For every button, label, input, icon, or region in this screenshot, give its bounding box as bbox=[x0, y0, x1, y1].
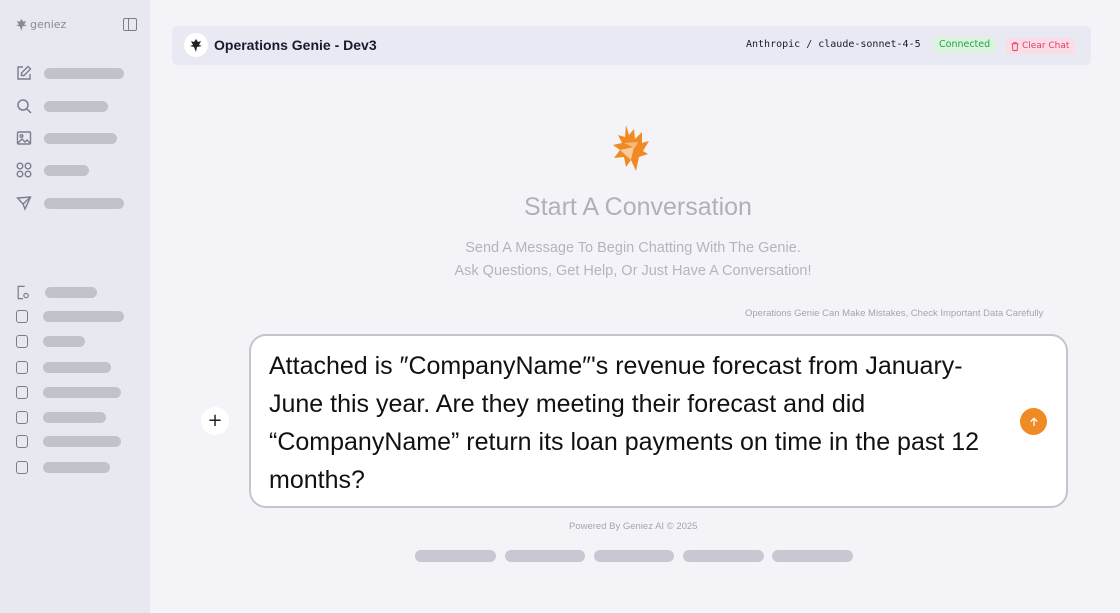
suggestion-chip-placeholder[interactable] bbox=[505, 550, 585, 562]
suggestion-chip-placeholder[interactable] bbox=[415, 550, 496, 562]
checkbox-icon bbox=[16, 309, 28, 323]
sidebar-item-documents[interactable] bbox=[16, 285, 97, 299]
clear-chat-label: Clear Chat bbox=[1022, 41, 1070, 51]
sidebar-item-placeholder bbox=[43, 435, 121, 447]
model-label: Anthropic / claude-sonnet-4-5 bbox=[746, 39, 921, 50]
sidebar-item-placeholder bbox=[44, 100, 108, 112]
checkbox-icon bbox=[16, 410, 28, 424]
apps-icon bbox=[16, 162, 32, 178]
sidebar-item-history[interactable] bbox=[16, 434, 121, 448]
sidebar-item-history[interactable] bbox=[16, 410, 106, 424]
document-settings-icon bbox=[17, 285, 29, 299]
message-text[interactable]: Attached is ″CompanyName″'s revenue fore… bbox=[269, 347, 1009, 499]
empty-state-title: Start A Conversation bbox=[0, 193, 1120, 222]
clear-chat-button[interactable]: Clear Chat bbox=[1006, 38, 1076, 54]
sidebar-item-placeholder bbox=[43, 386, 121, 398]
disclaimer-text: Operations Genie Can Make Mistakes, Chec… bbox=[745, 308, 1044, 319]
arrow-up-icon bbox=[1029, 416, 1038, 426]
sidebar-item-apps[interactable] bbox=[16, 162, 89, 178]
checkbox-icon bbox=[16, 460, 28, 474]
empty-state-subtitle: Send A Message To Begin Chatting With Th… bbox=[150, 237, 1116, 283]
sidebar-item-history[interactable] bbox=[16, 334, 85, 348]
brand-logo[interactable]: geniez bbox=[16, 18, 66, 31]
genie-hero-icon bbox=[613, 125, 649, 171]
sidebar-item-placeholder bbox=[44, 132, 117, 144]
sidebar-item-placeholder bbox=[43, 411, 106, 423]
genie-logo-icon bbox=[190, 38, 202, 52]
sidebar-item-placeholder bbox=[43, 461, 110, 473]
send-button[interactable] bbox=[1020, 408, 1047, 435]
suggestion-chip-placeholder[interactable] bbox=[594, 550, 674, 562]
sidebar-item-placeholder bbox=[43, 361, 111, 373]
sidebar: geniez bbox=[0, 0, 150, 613]
checkbox-icon bbox=[16, 334, 28, 348]
status-badge: Connected bbox=[933, 37, 997, 53]
image-icon bbox=[16, 131, 32, 145]
geniez-logo-icon bbox=[16, 18, 27, 31]
sidebar-item-history[interactable] bbox=[16, 460, 110, 474]
sidebar-item-history[interactable] bbox=[16, 360, 111, 374]
sidebar-item-placeholder bbox=[43, 310, 124, 322]
suggestion-chip-placeholder[interactable] bbox=[683, 550, 764, 562]
empty-state-subtitle-line: Send A Message To Begin Chatting With Th… bbox=[465, 240, 801, 256]
search-icon bbox=[17, 99, 32, 114]
sidebar-item-history[interactable] bbox=[16, 385, 121, 399]
empty-state-title-text: Start A Conversation bbox=[524, 193, 752, 221]
sidebar-item-placeholder bbox=[44, 67, 124, 79]
edit-icon bbox=[17, 65, 32, 80]
sidebar-item-search[interactable] bbox=[16, 98, 108, 114]
sidebar-item-images[interactable] bbox=[16, 130, 117, 146]
sidebar-item-placeholder bbox=[44, 164, 89, 176]
empty-state-subtitle-line: Ask Questions, Get Help, Or Just Have A … bbox=[454, 263, 812, 279]
suggestion-chip-placeholder[interactable] bbox=[772, 550, 853, 562]
sidebar-toggle-icon[interactable] bbox=[123, 18, 137, 31]
genie-avatar bbox=[184, 33, 208, 57]
add-attachment-button[interactable]: + bbox=[201, 407, 229, 435]
sidebar-item-placeholder bbox=[43, 335, 85, 347]
brand-name: geniez bbox=[30, 18, 67, 31]
message-input[interactable]: Attached is ″CompanyName″'s revenue fore… bbox=[249, 334, 1068, 508]
trash-icon bbox=[1011, 41, 1019, 51]
footer-powered-by: Powered By Geniez AI © 2025 bbox=[569, 521, 698, 532]
checkbox-icon bbox=[16, 360, 28, 374]
checkbox-icon bbox=[16, 434, 28, 448]
sidebar-item-new-chat[interactable] bbox=[16, 65, 124, 81]
chat-title: Operations Genie - Dev3 bbox=[214, 37, 377, 53]
sidebar-item-history[interactable] bbox=[16, 309, 124, 323]
sidebar-item-placeholder bbox=[45, 286, 97, 298]
checkbox-icon bbox=[16, 385, 28, 399]
chat-header: Operations Genie - Dev3 Anthropic / clau… bbox=[172, 26, 1091, 65]
